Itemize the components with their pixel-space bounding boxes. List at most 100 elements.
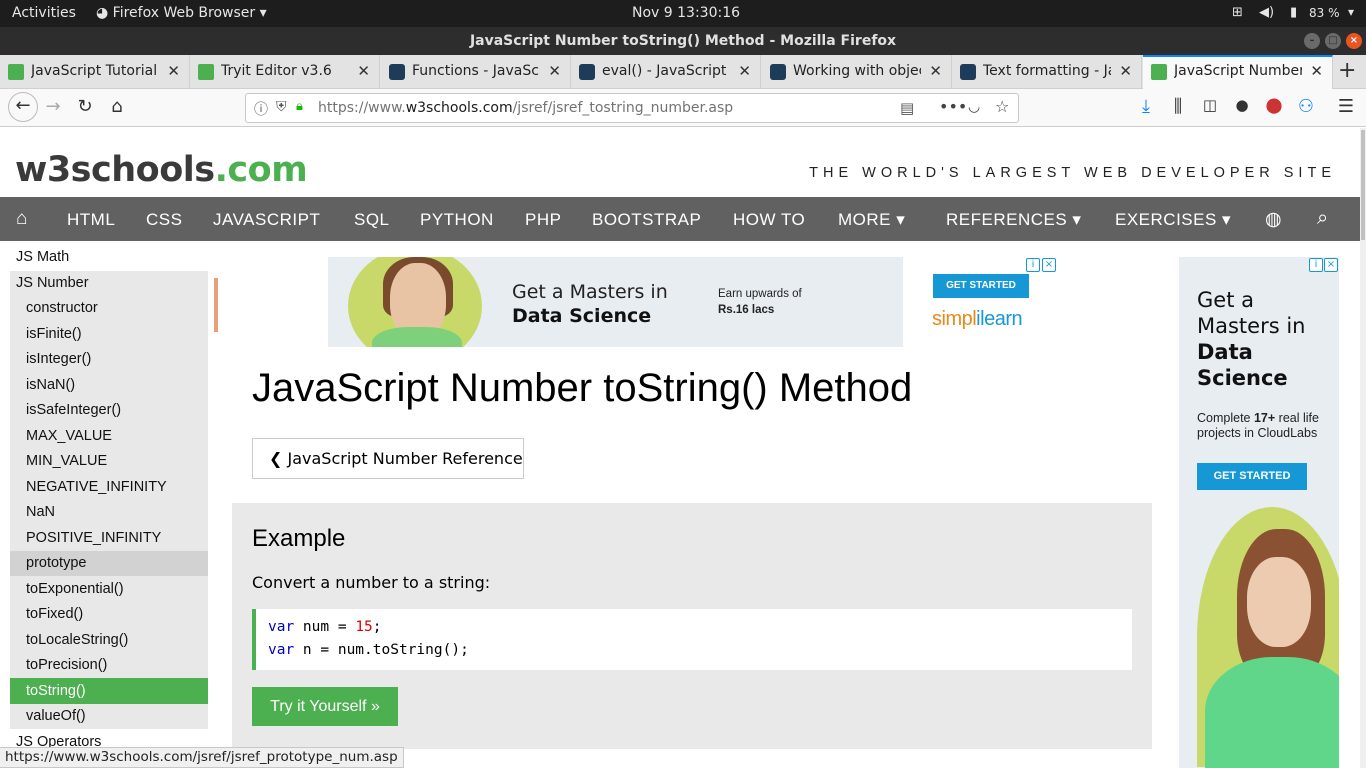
sidebar-item-isfinite[interactable]: isFinite() — [26, 326, 82, 342]
sidebar-item-constructor[interactable]: constructor — [26, 300, 98, 316]
info-icon[interactable]: ⓘ — [254, 99, 268, 119]
clock[interactable]: Nov 9 13:30:16 — [632, 5, 740, 21]
code-block[interactable]: var num = 15; var n = num.toString(); — [252, 609, 1132, 670]
sidebar-item-nan[interactable]: NaN — [26, 504, 55, 520]
forward-arrow-icon[interactable]: → — [41, 96, 65, 117]
nav-php[interactable]: PHP — [525, 210, 561, 230]
sidebar-scroll-indicator — [214, 278, 218, 332]
nav-bootstrap[interactable]: BOOTSTRAP — [592, 210, 701, 230]
download-icon[interactable]: ⤓ — [1134, 96, 1158, 117]
sidebar-item-positive-infinity[interactable]: POSITIVE_INFINITY — [26, 530, 161, 546]
network-icon[interactable]: ⊞ — [1232, 5, 1243, 20]
tab-eval-mdn[interactable]: eval() - JavaScript | MDN ✕ — [571, 55, 761, 89]
sidebar-item-tofixed[interactable]: toFixed() — [26, 606, 83, 622]
side-ad[interactable]: Get a Masters in Data Science Complete 1… — [1179, 257, 1339, 768]
back-arrow-icon[interactable]: ← — [8, 92, 38, 122]
nav-python[interactable]: PYTHON — [420, 210, 494, 230]
sidebar-item-min-value[interactable]: MIN_VALUE — [26, 453, 107, 469]
sidebar-item-issafeinteger[interactable]: isSafeInteger() — [26, 402, 121, 418]
battery-icon[interactable]: ▮ — [1290, 5, 1297, 20]
nav-references[interactable]: REFERENCES ▾ — [946, 210, 1081, 230]
nav-javascript[interactable]: JAVASCRIPT — [213, 210, 320, 230]
tab-tryit-editor[interactable]: Tryit Editor v3.6 ✕ — [190, 55, 380, 89]
web-page: w3schools.com THE WORLD'S LARGEST WEB DE… — [0, 128, 1366, 768]
new-tab-button[interactable]: + — [1338, 58, 1356, 83]
bookmark-star-icon[interactable]: ☆ — [995, 97, 1009, 116]
tab-number-tostring[interactable]: JavaScript Number toString ✕ — [1143, 55, 1333, 89]
url-text[interactable]: https://www.w3schools.com/jsref/jsref_to… — [318, 100, 733, 116]
side-ad-person-shirt — [1205, 657, 1339, 768]
firefox-icon: ◕ — [96, 5, 113, 21]
nav-sql[interactable]: SQL — [354, 210, 390, 230]
sidebar-item-prototype[interactable]: prototype — [26, 555, 86, 571]
tab-functions-mdn[interactable]: Functions - JavaScript ✕ — [381, 55, 571, 89]
library-icon[interactable]: ⫼ — [1166, 96, 1190, 117]
tab-text-formatting[interactable]: Text formatting - JavaScript ✕ — [952, 55, 1142, 89]
number-reference-button[interactable]: ❮ JavaScript Number Reference — [252, 438, 524, 479]
try-it-yourself-button[interactable]: Try it Yourself » — [252, 687, 398, 726]
nav-more[interactable]: MORE ▾ — [838, 210, 905, 230]
sidebar-item-isnan[interactable]: isNaN() — [26, 377, 75, 393]
sidebar-item-tostring[interactable]: toString() — [26, 683, 86, 699]
minimize-button[interactable]: – — [1304, 33, 1320, 49]
close-tab-icon[interactable]: ✕ — [1310, 62, 1323, 80]
ad-info-icon[interactable]: i — [1026, 258, 1040, 272]
page-actions-icon[interactable]: ••• — [939, 97, 967, 116]
app-menu[interactable]: ◕ Firefox Web Browser ▾ — [96, 5, 267, 21]
nav-how-to[interactable]: HOW TO — [733, 210, 805, 230]
simplilearn-logo: simplilearn — [932, 308, 1023, 330]
nav-css[interactable]: CSS — [146, 210, 182, 230]
w3schools-logo[interactable]: w3schools.com — [15, 150, 308, 190]
sidebar-item-toprecision[interactable]: toPrecision() — [26, 657, 107, 673]
sidebar-item-toexponential[interactable]: toExponential() — [26, 581, 124, 597]
sidebar-item-tolocalestring[interactable]: toLocaleString() — [26, 632, 128, 648]
tracking-shield-icon[interactable]: ⛨ — [276, 99, 287, 115]
globe-icon[interactable]: ◍ — [1265, 208, 1282, 231]
account-icon[interactable]: ● — [1230, 96, 1254, 114]
extension-icon-2[interactable]: ⚇ — [1294, 96, 1318, 117]
reload-icon[interactable]: ↻ — [73, 96, 97, 117]
ad-get-started-button[interactable]: GET STARTED — [933, 274, 1029, 298]
sidebar-item-max-value[interactable]: MAX_VALUE — [26, 428, 112, 444]
maximize-button[interactable]: □ — [1325, 33, 1341, 49]
close-tab-icon[interactable]: ✕ — [738, 62, 751, 80]
reader-view-icon[interactable]: ▤ — [900, 99, 914, 117]
side-ad-get-started-button[interactable]: GET STARTED — [1197, 463, 1307, 490]
close-window-button[interactable]: × — [1346, 33, 1362, 49]
hamburger-menu-icon[interactable]: ☰ — [1334, 96, 1358, 117]
example-box: Example Convert a number to a string: va… — [232, 503, 1152, 749]
close-tab-icon[interactable]: ✕ — [357, 62, 370, 80]
pocket-icon[interactable]: ◡ — [968, 99, 980, 115]
ad-close-icon[interactable]: × — [1042, 258, 1056, 272]
tab-working-with-objects[interactable]: Working with objects ✕ — [762, 55, 952, 89]
extension-icon[interactable]: ⬤ — [1262, 96, 1286, 114]
home-icon[interactable]: ⌂ — [16, 208, 28, 230]
battery-percentage: 83 % — [1309, 6, 1340, 20]
volume-icon[interactable]: ◀) — [1259, 5, 1274, 20]
sidebar-item-negative-infinity[interactable]: NEGATIVE_INFINITY — [26, 479, 167, 495]
close-tab-icon[interactable]: ✕ — [1119, 62, 1132, 80]
side-ad-close-icon[interactable]: × — [1324, 258, 1338, 272]
home-icon[interactable]: ⌂ — [105, 96, 129, 117]
system-menu-arrow-icon[interactable]: ▾ — [1348, 5, 1354, 19]
sidebar-item-js-math[interactable]: JS Math — [16, 249, 69, 265]
nav-html[interactable]: HTML — [67, 210, 115, 230]
navigation-toolbar: ← → ↻ ⌂ ⓘ ⛨ 🔒︎ https://www.w3schools.com… — [0, 89, 1366, 127]
close-tab-icon[interactable]: ✕ — [929, 62, 942, 80]
close-tab-icon[interactable]: ✕ — [167, 62, 180, 80]
example-description: Convert a number to a string: — [252, 573, 491, 592]
ad-headline: Get a Masters in — [512, 281, 668, 303]
side-ad-info-icon[interactable]: i — [1309, 258, 1323, 272]
sidebar-item-js-number[interactable]: JS Number — [16, 275, 89, 291]
url-bar[interactable]: ⓘ ⛨ 🔒︎ https://www.w3schools.com/jsref/j… — [245, 93, 1019, 123]
sidebar-icon[interactable]: ◫ — [1198, 96, 1222, 114]
search-icon[interactable]: ⌕ — [1317, 207, 1329, 230]
page-scrollbar-thumb[interactable] — [1361, 130, 1365, 240]
close-tab-icon[interactable]: ✕ — [548, 62, 561, 80]
nav-exercises[interactable]: EXERCISES ▾ — [1115, 210, 1231, 230]
sidebar-item-valueof[interactable]: valueOf() — [26, 708, 86, 724]
tab-javascript-tutorial[interactable]: JavaScript Tutorial ✕ — [0, 55, 190, 89]
sidebar-item-isinteger[interactable]: isInteger() — [26, 351, 91, 367]
ad-banner[interactable]: Get a Masters in Data Science Earn upwar… — [328, 257, 903, 347]
activities-button[interactable]: Activities — [12, 5, 76, 21]
